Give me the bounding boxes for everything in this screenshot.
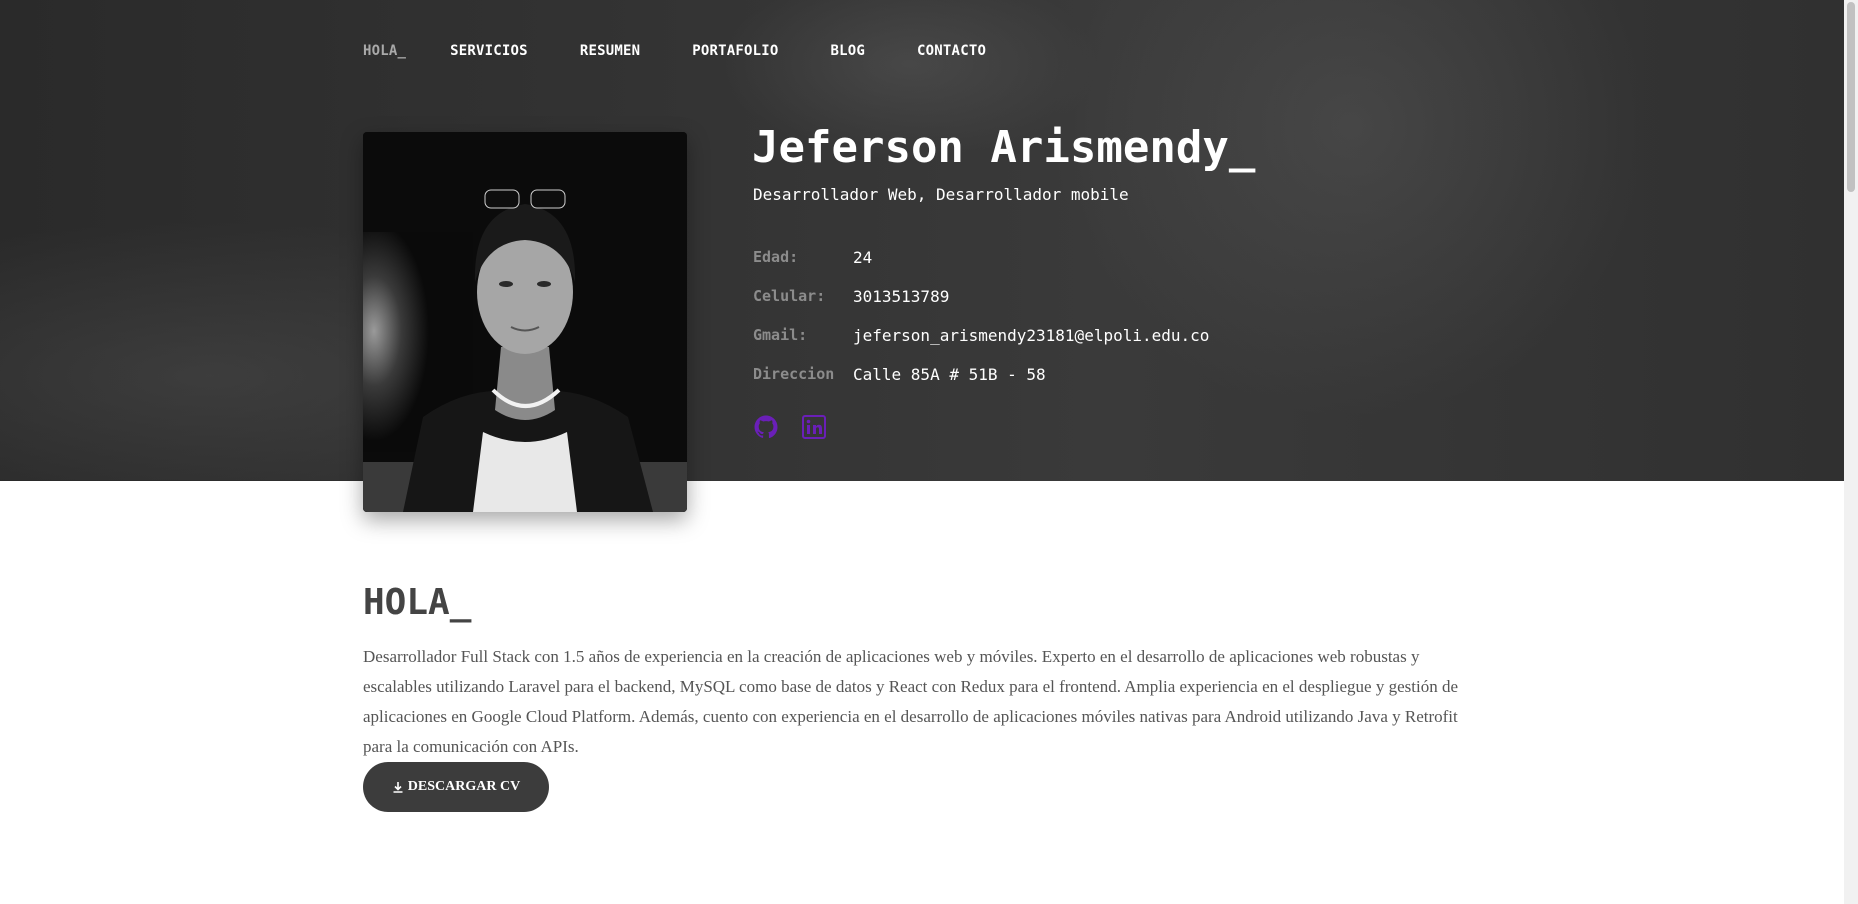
main-nav: HOLA_ SERVICIOS RESUMEN PORTAFOLIO BLOG … [363,43,1038,59]
info-row-direccion: Direccion Calle 85A # 51B - 58 [753,365,1209,404]
info-row-edad: Edad: 24 [753,248,1209,287]
nav-item-contacto[interactable]: CONTACTO [917,43,986,59]
nav-item-hola[interactable]: HOLA_ [363,43,406,59]
nav-item-portafolio[interactable]: PORTAFOLIO [692,43,778,59]
info-label: Edad: [753,248,799,266]
download-icon [393,782,403,793]
info-value: 3013513789 [853,287,950,306]
info-value: Calle 85A # 51B - 58 [853,365,1046,384]
info-row-gmail: Gmail: jeferson_arismendy23181@elpoli.ed… [753,326,1209,365]
profile-subtitle: Desarrollador Web, Desarrollador mobile [753,185,1129,204]
download-cv-button[interactable]: DESCARGAR CV [363,762,549,812]
about-text: Desarrollador Full Stack con 1.5 años de… [363,647,1458,756]
download-cv-label: DESCARGAR CV [407,779,521,794]
nav-item-servicios[interactable]: SERVICIOS [450,43,528,59]
nav-item-resumen[interactable]: RESUMEN [580,43,640,59]
nav-item-blog[interactable]: BLOG [831,43,866,59]
scrollbar[interactable] [1844,0,1858,904]
info-label: Gmail: [753,326,808,344]
scrollbar-thumb[interactable] [1847,2,1855,192]
info-label: Direccion [753,365,835,383]
linkedin-icon[interactable] [802,415,826,439]
info-row-celular: Celular: 3013513789 [753,287,1209,326]
profile-photo [363,132,687,512]
profile-name: Jeferson Arismendy_ [752,122,1256,173]
about-title: HOLA_ [363,582,472,623]
github-icon[interactable] [754,415,778,439]
profile-info: Edad: 24 Celular: 3013513789 Gmail: jefe… [753,248,1209,404]
social-links [754,415,826,439]
info-value: jeferson_arismendy23181@elpoli.edu.co [853,326,1210,345]
hero-section [0,0,1844,481]
info-value: 24 [853,248,873,267]
info-label: Celular: [753,287,826,305]
